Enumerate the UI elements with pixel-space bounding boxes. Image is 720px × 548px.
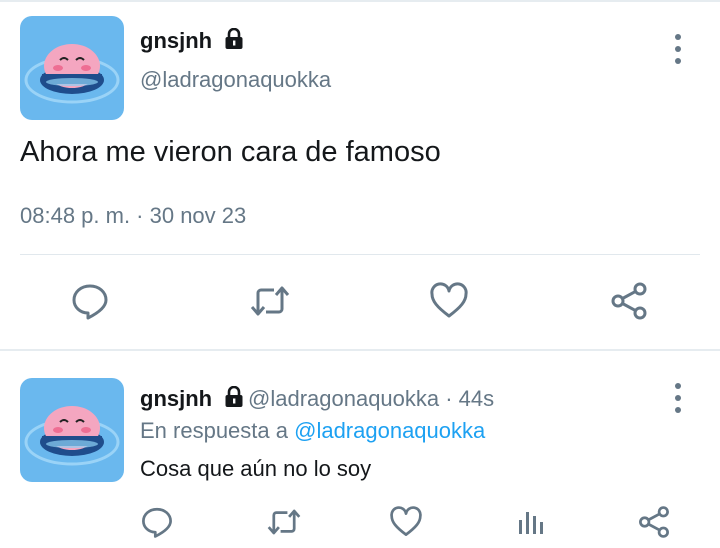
reply-icon[interactable] bbox=[68, 279, 112, 323]
section-separator bbox=[0, 349, 720, 351]
display-name-text: gnsjnh bbox=[140, 28, 213, 53]
in-reply-prefix: En respuesta a bbox=[140, 418, 288, 443]
like-heart-icon[interactable] bbox=[427, 279, 471, 323]
reply-tweet-text: Cosa que aún no lo soy bbox=[140, 456, 372, 481]
divider bbox=[20, 254, 700, 255]
handle[interactable]: @ladragonaquokka bbox=[140, 67, 331, 93]
kirby-avatar-image bbox=[20, 378, 124, 482]
more-options-icon[interactable] bbox=[670, 34, 686, 64]
tweet-timestamp[interactable]: 08:48 p. m. · 30 nov 23 bbox=[20, 203, 246, 229]
retweet-icon[interactable] bbox=[248, 279, 292, 323]
more-options-icon[interactable] bbox=[670, 383, 686, 413]
share-icon[interactable] bbox=[607, 279, 651, 323]
lock-icon bbox=[225, 386, 243, 407]
avatar[interactable] bbox=[20, 16, 124, 120]
reply-avatar[interactable] bbox=[20, 378, 124, 482]
top-border bbox=[0, 0, 720, 2]
in-reply-to: En respuesta a @ladragonaquokka bbox=[140, 418, 485, 444]
tweet-text: Ahora me vieron cara de famoso bbox=[20, 136, 441, 168]
share-icon[interactable] bbox=[632, 500, 676, 544]
retweet-icon[interactable] bbox=[262, 500, 306, 544]
reply-display-name[interactable]: gnsjnh bbox=[140, 386, 244, 412]
mention-link[interactable]: @ladragonaquokka bbox=[294, 418, 485, 443]
kirby-avatar-image bbox=[20, 16, 124, 120]
display-name[interactable]: gnsjnh bbox=[140, 28, 244, 54]
analytics-icon[interactable] bbox=[509, 500, 553, 544]
reply-display-name-text: gnsjnh bbox=[140, 386, 213, 411]
reply-icon[interactable] bbox=[135, 500, 179, 544]
reply-handle-time[interactable]: @ladragonaquokka · 44s bbox=[248, 386, 494, 412]
lock-icon bbox=[225, 28, 243, 49]
like-heart-icon[interactable] bbox=[384, 500, 428, 544]
